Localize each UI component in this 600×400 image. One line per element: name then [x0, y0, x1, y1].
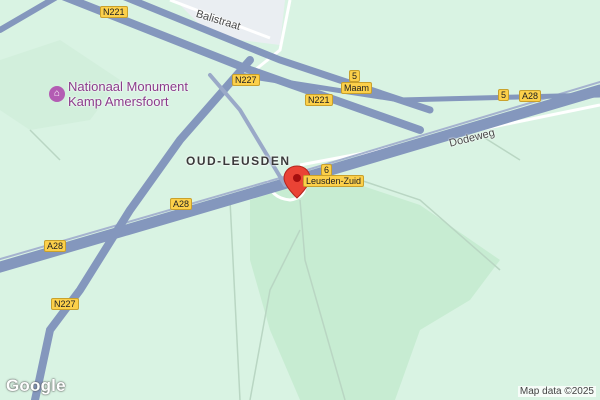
exit-label-maam: Maam	[341, 82, 373, 94]
poi-label-kamp-amersfoort[interactable]: Nationaal Monument Kamp Amersfoort	[68, 79, 188, 109]
route-shield-a28-right: A28	[519, 90, 542, 102]
place-label-oud-leusden: OUD-LEUSDEN	[186, 154, 291, 168]
route-shield-n221-top: N221	[100, 6, 128, 18]
route-shield-a28-mid: A28	[170, 198, 193, 210]
exit-shield-5: 5	[349, 70, 361, 82]
map-data-attribution[interactable]: Map data ©2025	[517, 386, 596, 397]
monument-icon[interactable]: ⌂	[49, 86, 65, 102]
poi-name-line1: Nationaal Monument	[68, 79, 188, 94]
route-shield-n221-mid: N221	[305, 94, 333, 106]
exit-shield-5-right: 5	[498, 89, 510, 101]
google-logo[interactable]: Google	[6, 376, 66, 396]
poi-name-line2: Kamp Amersfoort	[68, 94, 169, 109]
route-shield-n227-bottom: N227	[51, 298, 79, 310]
map-canvas[interactable]	[0, 0, 600, 400]
exit-label-leusden-zuid: Leusden-Zuid	[303, 175, 365, 187]
route-shield-n227-top: N227	[232, 74, 260, 86]
route-shield-a28-left: A28	[44, 240, 67, 252]
